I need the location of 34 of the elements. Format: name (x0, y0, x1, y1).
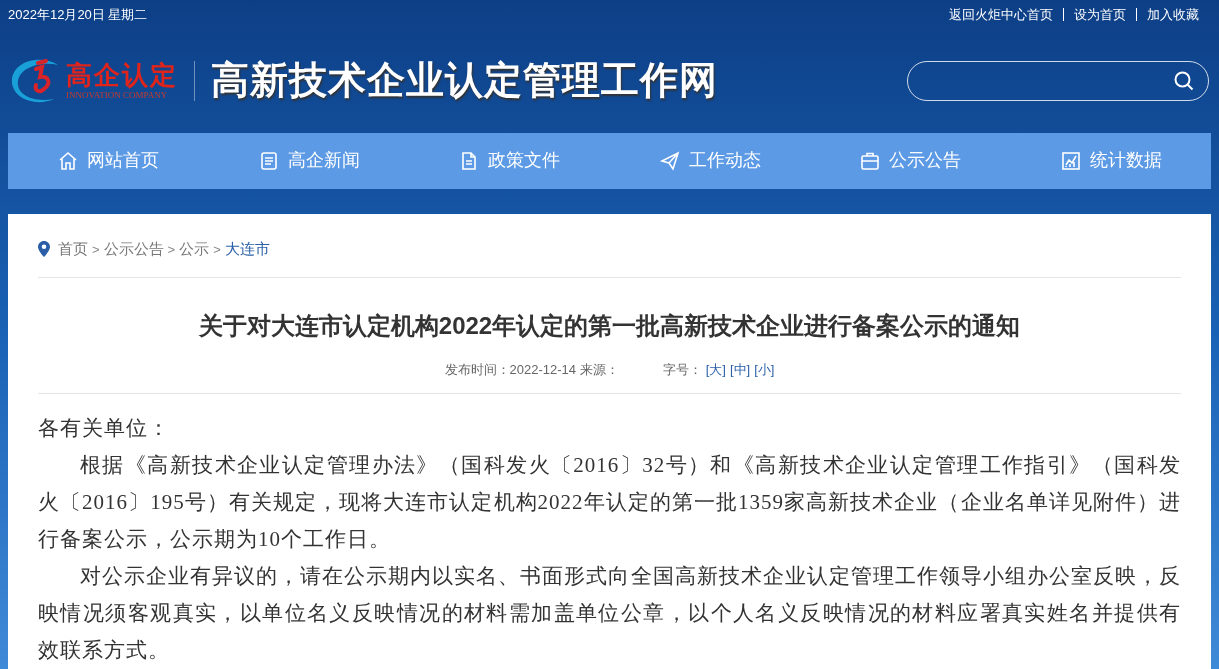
breadcrumb-link[interactable]: 大连市 (224, 238, 270, 261)
search-icon[interactable] (1174, 70, 1194, 91)
briefcase-icon[interactable] (859, 150, 882, 172)
header-link[interactable]: 返回火炬中心首页 (949, 4, 1053, 24)
date-text: 2022年12月20日 星期二 (8, 5, 148, 24)
breadcrumb-separator: > (167, 240, 176, 259)
breadcrumb-separator: > (92, 240, 100, 259)
location-pin-icon (38, 241, 50, 258)
site-title: 高新技术企业认定管理工作网 (211, 58, 718, 104)
nav-item[interactable]: 统计数据 (1010, 132, 1211, 189)
breadcrumb-link[interactable]: 首页 (58, 238, 88, 261)
article-title: 关于对大连市认定机构2022年认定的第一批高新技术企业进行备案公示的通知 (197, 310, 1022, 341)
font-size-link[interactable]: [小] (754, 359, 775, 379)
nav-item[interactable]: 网站首页 (8, 132, 209, 189)
nav-item[interactable]: 公示公告 (810, 132, 1011, 189)
article-paragraph: 根据《高新技术企业认定管理办法》（国科发火〔2016〕32号）和《高新技术企业认定管理工作指引》（国科发火〔2016〕195号）有关规定，现将大连市认定机构2022年认定的第一批1359家高新技术企业（企业名单详见附件）进行备案公示，公示期为10个工作日。 (38, 452, 1181, 553)
logo-subtitle: INNOVATION COMPANY (66, 89, 169, 101)
nav-item[interactable]: 工作动态 (609, 132, 810, 189)
publish-info: 发布时间：2022-12-14 来源： (444, 360, 619, 379)
breadcrumb-link[interactable]: 公示 (179, 238, 210, 261)
article-paragraph: 各有关单位： (38, 415, 171, 442)
font-size-link[interactable]: [大] (705, 359, 726, 379)
paper-plane-icon[interactable] (658, 150, 681, 172)
logo-text: 高企认定 (66, 60, 178, 89)
font-size-label: 字号： (662, 360, 702, 379)
header-link[interactable]: 设为首页 (1074, 4, 1126, 24)
nav-item[interactable]: 高企新闻 (208, 132, 409, 189)
font-size-link[interactable]: [中] (729, 359, 751, 379)
article-paragraph: 对公示企业有异议的，请在公示期内以实名、书面形式向全国高新技术企业认定管理工作领导小组办公室反映，反映情况须客观真实，以单位名义反映情况的材料需加盖单位公章，以个人名义反映情况的材料应署真实姓名并提供有效联系方式。 (38, 563, 1181, 664)
header-link[interactable]: 加入收藏 (1147, 4, 1199, 24)
breadcrumb-separator: > (213, 240, 221, 259)
chart-icon[interactable] (1059, 150, 1082, 172)
breadcrumb-link[interactable]: 公示公告 (103, 238, 164, 261)
nav-item[interactable]: 政策文件 (409, 132, 610, 189)
